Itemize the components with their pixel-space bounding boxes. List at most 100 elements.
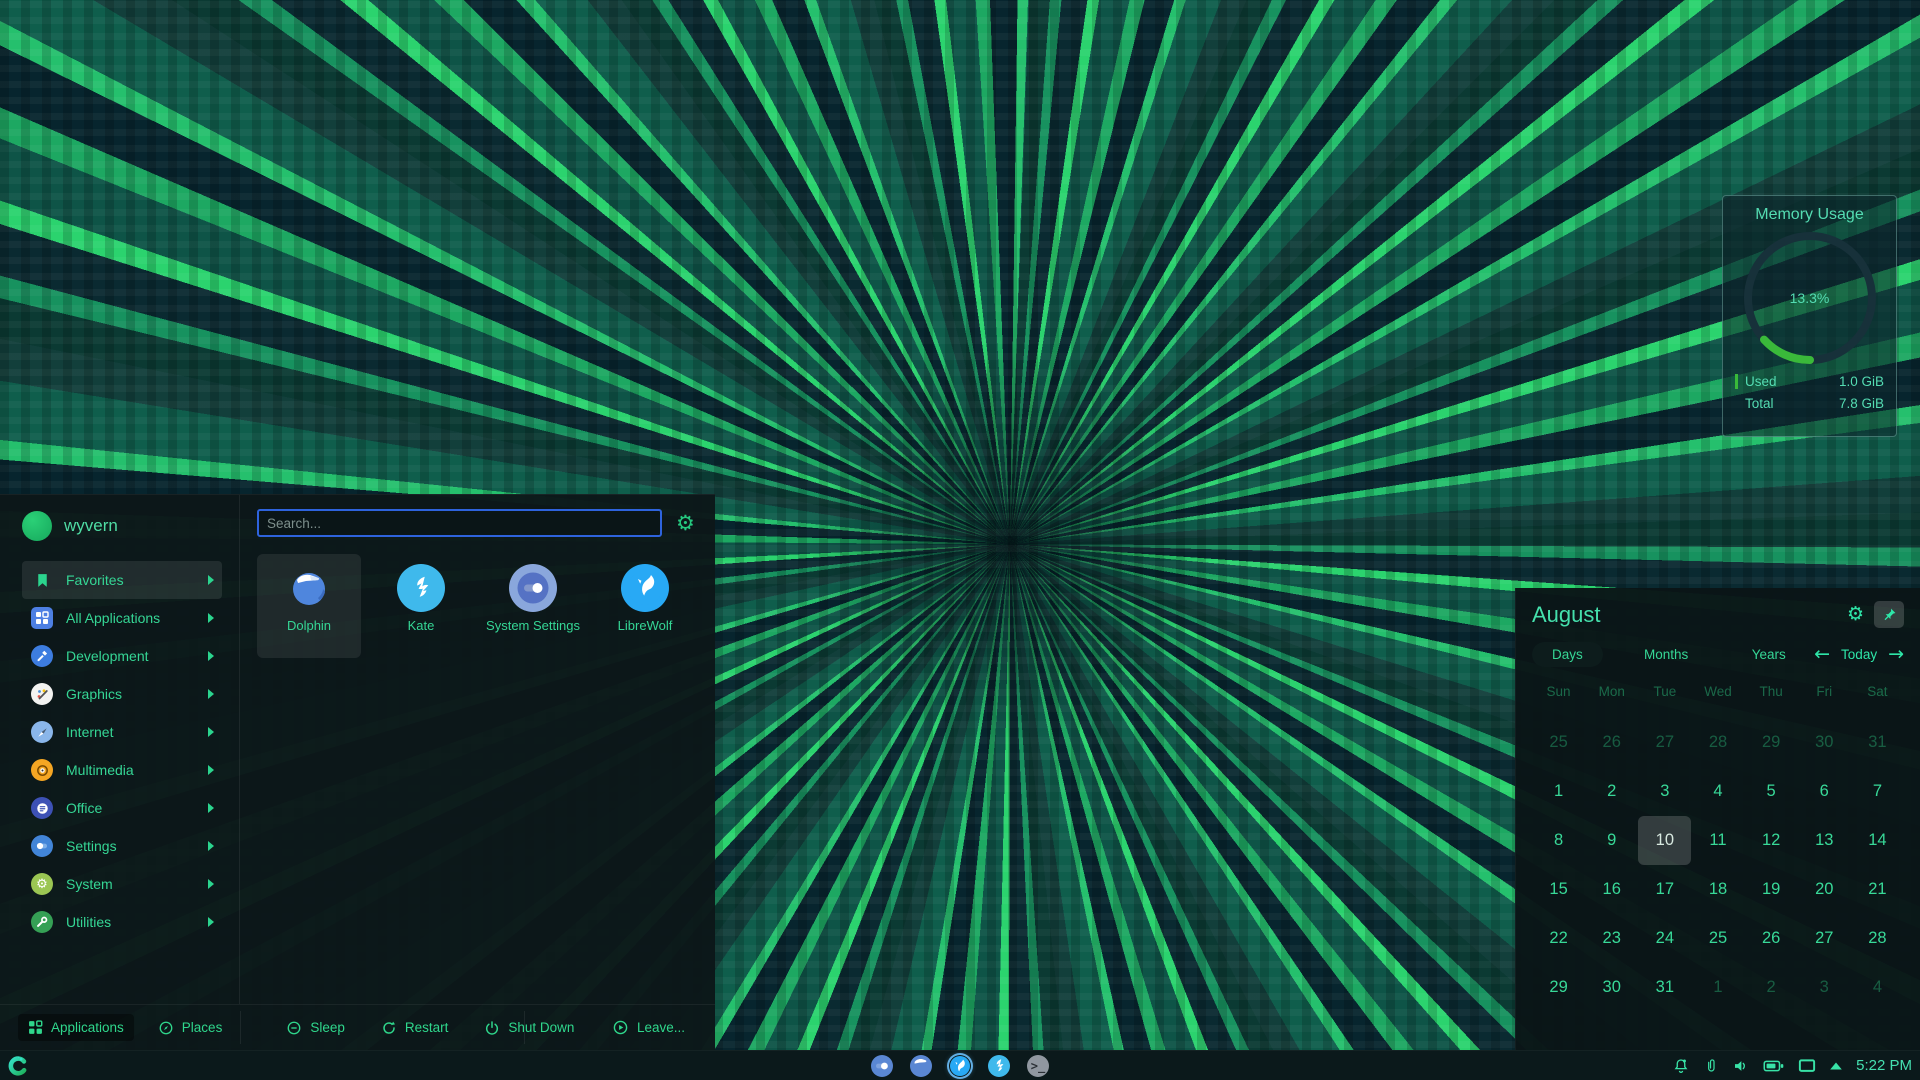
clock[interactable]: 5:22 PM (1856, 1057, 1912, 1074)
calendar-day[interactable]: 31 (1851, 718, 1904, 767)
app-launcher-button[interactable] (4, 1052, 32, 1080)
calendar-day[interactable]: 28 (1851, 914, 1904, 963)
calendar-day[interactable]: 19 (1745, 865, 1798, 914)
restart-button[interactable]: Restart (371, 1014, 459, 1042)
calendar-day[interactable]: 25 (1532, 718, 1585, 767)
calendar-day[interactable]: 15 (1532, 865, 1585, 914)
total-label: Total (1745, 396, 1774, 411)
sidebar-item-graphics[interactable]: Graphics (22, 675, 222, 713)
calendar-day[interactable]: 17 (1638, 865, 1691, 914)
calendar-day[interactable]: 18 (1691, 865, 1744, 914)
user-row[interactable]: wyvern (0, 505, 239, 547)
sidebar-item-label: Internet (66, 724, 113, 740)
calendar-day[interactable]: 23 (1585, 914, 1638, 963)
previous-month-arrow[interactable]: ← (1814, 643, 1830, 665)
calendar-day[interactable]: 3 (1798, 963, 1851, 1012)
chevron-right-icon (208, 803, 214, 813)
task-konsole[interactable]: >_ (1027, 1055, 1049, 1077)
calendar-day[interactable]: 27 (1638, 718, 1691, 767)
sidebar-item-label: All Applications (66, 610, 160, 626)
sidebar-item-development[interactable]: Development (22, 637, 222, 675)
calendar-day[interactable]: 22 (1532, 914, 1585, 963)
calendar-day[interactable]: 1 (1532, 767, 1585, 816)
tab-months[interactable]: Months (1621, 647, 1712, 662)
calendar-day[interactable]: 21 (1851, 865, 1904, 914)
calendar-day[interactable]: 3 (1638, 767, 1691, 816)
calendar-day[interactable]: 14 (1851, 816, 1904, 865)
calendar-day[interactable]: 7 (1851, 767, 1904, 816)
tab-years[interactable]: Years (1723, 647, 1814, 662)
apps-grid-icon (31, 607, 53, 629)
footer-divider (524, 1011, 525, 1044)
calendar-day[interactable]: 29 (1532, 963, 1585, 1012)
calendar-day[interactable]: 26 (1585, 718, 1638, 767)
sidebar-item-office[interactable]: Office (22, 789, 222, 827)
favorites-grid: Dolphin Kate (257, 554, 715, 658)
sidebar-item-label: Settings (66, 838, 117, 854)
leave-button[interactable]: Leave... (602, 1013, 695, 1042)
notifications-icon[interactable] (1672, 1057, 1690, 1075)
battery-icon[interactable] (1763, 1058, 1785, 1074)
next-month-arrow[interactable]: → (1888, 643, 1904, 665)
sidebar-item-all-applications[interactable]: All Applications (22, 599, 222, 637)
calendar-day[interactable]: 30 (1798, 718, 1851, 767)
calendar-day[interactable]: 9 (1585, 816, 1638, 865)
favorite-system-settings[interactable]: System Settings (481, 554, 585, 658)
calendar-day[interactable]: 2 (1585, 767, 1638, 816)
calendar-day[interactable]: 8 (1532, 816, 1585, 865)
calendar-day[interactable]: 20 (1798, 865, 1851, 914)
clipboard-paperclip-icon[interactable] (1703, 1057, 1719, 1075)
task-dolphin[interactable] (910, 1055, 932, 1077)
sidebar-item-favorites[interactable]: Favorites (22, 561, 222, 599)
calendar-day[interactable]: 6 (1798, 767, 1851, 816)
calendar-day[interactable]: 1 (1691, 963, 1744, 1012)
search-input[interactable] (257, 509, 662, 537)
weekday-header: Thu (1745, 684, 1798, 718)
calendar-day[interactable]: 24 (1638, 914, 1691, 963)
system-icon: ⚙ (31, 873, 53, 895)
calendar-day[interactable]: 13 (1798, 816, 1851, 865)
sidebar-item-internet[interactable]: Internet (22, 713, 222, 751)
favorite-kate[interactable]: Kate (369, 554, 473, 658)
calendar-day[interactable]: 31 (1638, 963, 1691, 1012)
calendar-day[interactable]: 5 (1745, 767, 1798, 816)
task-kate[interactable] (988, 1055, 1010, 1077)
memory-total-row: Total 7.8 GiB (1735, 392, 1884, 414)
expand-tray-caret-icon[interactable] (1829, 1061, 1843, 1071)
calendar-day[interactable]: 28 (1691, 718, 1744, 767)
calendar-day[interactable]: 30 (1585, 963, 1638, 1012)
calendar-day[interactable]: 25 (1691, 914, 1744, 963)
sidebar-item-settings[interactable]: Settings (22, 827, 222, 865)
pin-button[interactable] (1874, 601, 1904, 628)
shutdown-button[interactable]: Shut Down (474, 1014, 584, 1042)
calendar-day[interactable]: 12 (1745, 816, 1798, 865)
task-librewolf[interactable] (949, 1055, 971, 1077)
favorite-dolphin[interactable]: Dolphin (257, 554, 361, 658)
calendar-day[interactable]: 27 (1798, 914, 1851, 963)
gear-icon[interactable]: ⚙ (676, 513, 695, 534)
applications-tab[interactable]: Applications (18, 1014, 134, 1041)
calendar-day[interactable]: 11 (1691, 816, 1744, 865)
task-system-settings[interactable] (871, 1055, 893, 1077)
sidebar-item-system[interactable]: ⚙ System (22, 865, 222, 903)
sidebar-item-utilities[interactable]: Utilities (22, 903, 222, 941)
calendar-day[interactable]: 2 (1745, 963, 1798, 1012)
tab-days[interactable]: Days (1532, 642, 1603, 667)
sidebar-item-multimedia[interactable]: Multimedia (22, 751, 222, 789)
internet-icon (31, 721, 53, 743)
calendar-day[interactable]: 29 (1745, 718, 1798, 767)
today-button[interactable]: Today (1841, 647, 1877, 662)
calendar-day-today[interactable]: 10 (1638, 816, 1691, 865)
calendar-day[interactable]: 4 (1851, 963, 1904, 1012)
favorite-librewolf[interactable]: LibreWolf (593, 554, 697, 658)
volume-icon[interactable] (1732, 1057, 1750, 1075)
calendar-settings-icon[interactable]: ⚙ (1847, 605, 1864, 624)
memory-percent: 13.3% (1744, 232, 1876, 364)
places-tab[interactable]: Places (148, 1014, 233, 1042)
favorite-label: Kate (408, 618, 435, 634)
calendar-day[interactable]: 4 (1691, 767, 1744, 816)
display-icon[interactable] (1798, 1058, 1816, 1074)
calendar-day[interactable]: 16 (1585, 865, 1638, 914)
calendar-day[interactable]: 26 (1745, 914, 1798, 963)
sleep-button[interactable]: Sleep (276, 1014, 355, 1042)
